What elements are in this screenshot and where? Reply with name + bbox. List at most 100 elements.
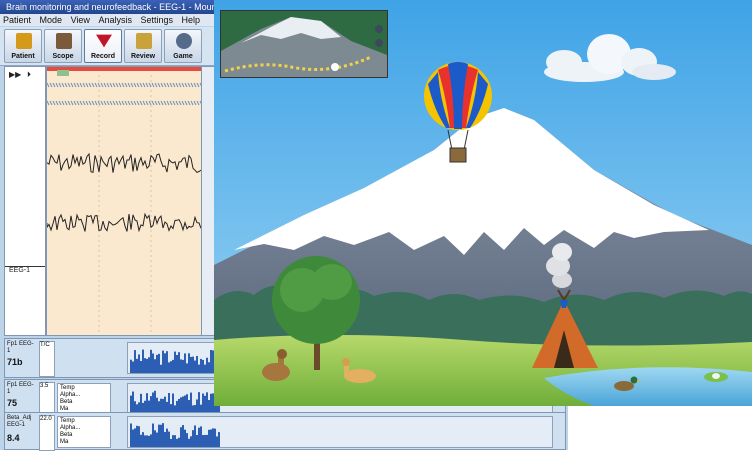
eeg-trace-view[interactable] xyxy=(46,66,202,336)
trend-bar xyxy=(170,438,172,447)
patient-button[interactable]: Patient xyxy=(4,29,42,63)
trend-bar xyxy=(190,356,192,373)
trend-bar xyxy=(142,432,144,447)
trend-bar xyxy=(184,429,186,447)
patient-icon xyxy=(16,33,32,49)
trend-bar xyxy=(176,438,178,447)
trend-bar xyxy=(206,357,208,373)
trend-bar xyxy=(194,360,196,373)
review-icon xyxy=(136,33,152,49)
trend-bar xyxy=(130,423,132,447)
trend-bar xyxy=(158,353,160,373)
trend-bar xyxy=(170,361,172,373)
game-button-label: Game xyxy=(173,53,193,60)
trend-bar xyxy=(150,434,152,447)
trend-bar xyxy=(168,393,170,414)
trend-bar xyxy=(160,424,162,447)
scope-button[interactable]: Scope xyxy=(44,29,82,63)
trend-bar xyxy=(132,429,134,447)
trend-bar xyxy=(162,350,164,373)
menu-item-analysis[interactable]: Analysis xyxy=(95,14,135,26)
trend-bar xyxy=(168,362,170,373)
trend-bar xyxy=(172,393,174,414)
play-icon[interactable]: ▶▶ xyxy=(9,70,21,79)
review-button-label: Review xyxy=(130,53,156,60)
eeg-position-handle[interactable] xyxy=(57,70,69,76)
scene-minimap[interactable] xyxy=(220,10,388,78)
trend-bar xyxy=(208,429,210,447)
trend-bar xyxy=(154,430,156,447)
trend-bar xyxy=(172,435,174,447)
trend-bar xyxy=(206,392,208,414)
trend-bar xyxy=(154,359,156,373)
record-button[interactable]: Record xyxy=(84,29,122,63)
trend-bar xyxy=(204,434,206,447)
trend-bar xyxy=(156,432,158,447)
trend-bar xyxy=(196,355,198,373)
trend-bar xyxy=(150,349,152,373)
scope-button-label: Scope xyxy=(52,53,74,60)
trend-bar xyxy=(130,359,132,373)
trend-bar xyxy=(164,432,166,447)
menu-item-view[interactable]: View xyxy=(68,14,93,26)
trend-bar xyxy=(202,393,204,414)
trend-bar xyxy=(188,438,190,447)
legend-item: Alpha... xyxy=(60,425,81,431)
trend-bar xyxy=(178,352,180,373)
trend-2-value: 75 xyxy=(7,398,18,408)
trend-bar xyxy=(192,356,194,373)
trend-bar xyxy=(174,435,176,447)
trend-bar xyxy=(152,353,154,373)
game-button[interactable]: Game xyxy=(164,29,202,63)
trend-3-legend[interactable]: Temp Alpha... Beta Ma xyxy=(57,416,111,448)
trend-bar xyxy=(166,351,168,373)
trend-bar xyxy=(182,359,184,373)
trend-bar xyxy=(146,358,148,373)
trend-bar xyxy=(162,423,164,447)
legend-item: Beta xyxy=(60,399,73,405)
menu-item-settings[interactable]: Settings xyxy=(137,14,176,26)
trend-bar xyxy=(190,392,192,414)
trend-bar xyxy=(182,425,184,447)
menu-item-patient[interactable]: Patient xyxy=(0,14,34,26)
trend-bar xyxy=(190,436,192,447)
menu-item-mode[interactable]: Mode xyxy=(37,14,66,26)
trend-3-value: 8.4 xyxy=(7,433,20,443)
trend-3-plot[interactable] xyxy=(127,416,553,448)
legend-item: Beta xyxy=(60,432,73,438)
trend-bar xyxy=(164,353,166,373)
trend-bar xyxy=(138,354,140,373)
trend-bar xyxy=(198,364,200,373)
trend-bar xyxy=(158,424,160,447)
review-button[interactable]: Review xyxy=(124,29,162,63)
menu-item-help[interactable]: Help xyxy=(179,14,204,26)
trend-bar xyxy=(140,434,142,447)
trend-bar xyxy=(136,425,138,447)
trend-bar xyxy=(202,359,204,373)
game-icon xyxy=(176,33,192,49)
trend-panel-3: Beta_Adj EEG-1 8.4 22.0 Temp Alpha... Be… xyxy=(4,412,566,451)
trend-bar xyxy=(174,351,176,373)
trend-1-name: Fp1 EEG-1 xyxy=(7,341,34,354)
trend-bar xyxy=(206,434,208,447)
trend-bar xyxy=(142,349,144,373)
trend-bar xyxy=(140,360,142,373)
channel-label: EEG-1 xyxy=(9,267,31,274)
trend-bar xyxy=(176,355,178,373)
step-icon[interactable]: ⏵ xyxy=(27,70,31,80)
trend-bar xyxy=(140,393,142,414)
eeg-top-marker xyxy=(47,67,201,71)
channel-panel: ▶▶ ⏵ EEG-1 xyxy=(4,66,46,336)
trend-bar xyxy=(148,435,150,447)
trend-bar xyxy=(180,359,182,373)
trend-bar xyxy=(200,426,202,447)
trend-bar xyxy=(184,353,186,373)
trend-1-side: T/C xyxy=(39,341,55,377)
trend-bar xyxy=(132,361,134,373)
trend-2-legend[interactable]: Temp Alpha... Beta Ma xyxy=(57,383,111,415)
trend-bar xyxy=(134,428,136,447)
trend-bar xyxy=(144,358,146,373)
trend-2-name: Fp1 EEG-1 xyxy=(7,382,34,395)
trend-bar xyxy=(178,437,180,447)
minimap-svg xyxy=(221,11,387,77)
